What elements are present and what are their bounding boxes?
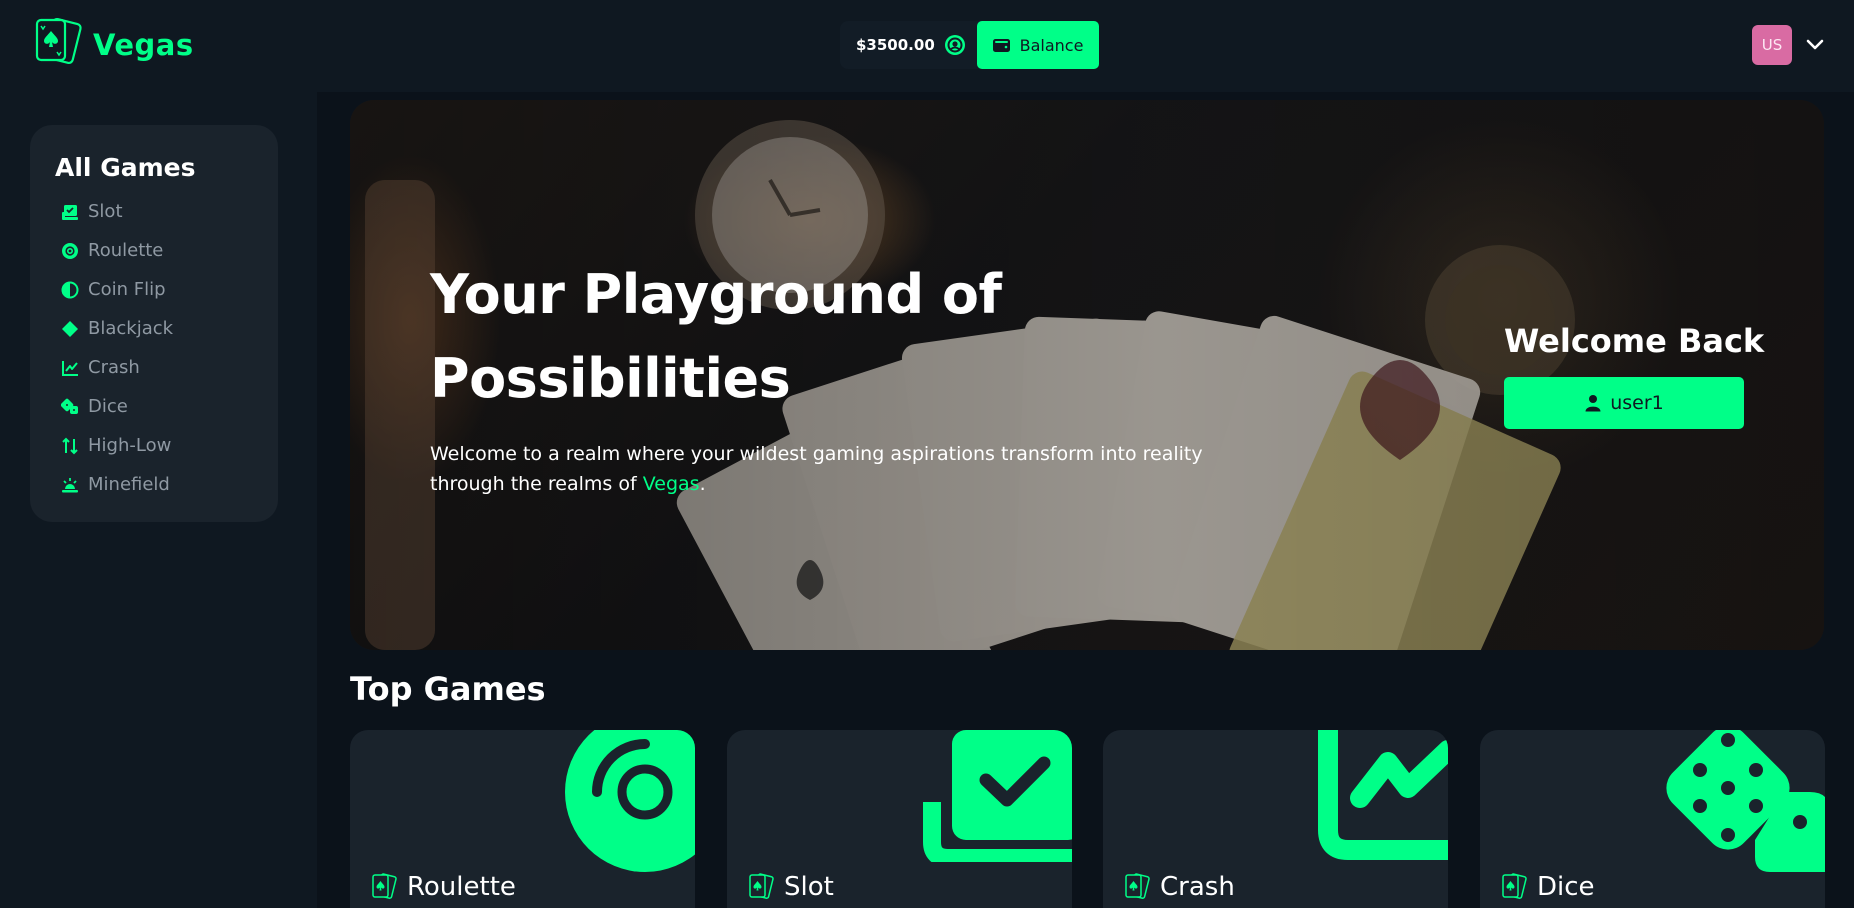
chart-line-icon [1318, 730, 1448, 860]
brand-name: Vegas [93, 27, 194, 62]
sidebar-item-label: Minefield [88, 474, 170, 495]
card-title: Roulette [407, 872, 516, 902]
username: user1 [1610, 392, 1664, 414]
card-label: Crash [1123, 872, 1235, 902]
sidebar-item-label: High-Low [88, 435, 172, 456]
mine-icon [62, 477, 78, 492]
card-title: Slot [784, 872, 834, 902]
hero-description: Welcome to a realm where your wildest ga… [430, 439, 1250, 499]
sidebar-title: All Games [55, 153, 196, 182]
sidebar-item-high-low[interactable]: High-Low [56, 426, 278, 465]
diamond-icon [62, 320, 78, 337]
user-button[interactable]: user1 [1504, 377, 1744, 429]
cards-logo-icon [35, 17, 82, 65]
cards-icon [372, 873, 397, 899]
card-label: Roulette [370, 872, 516, 902]
sidebar: All Games Slot Roulette Coin Flip Blackj… [30, 125, 278, 522]
sidebar-item-crash[interactable]: Crash [56, 348, 278, 387]
hero-title: Your Playground of Possibilities [430, 263, 1002, 410]
top-games-title: Top Games [350, 670, 546, 708]
game-card-dice[interactable]: Dice [1480, 730, 1825, 908]
balance-button-label: Balance [1019, 35, 1084, 55]
game-card-roulette[interactable]: Roulette [350, 730, 695, 908]
slot-icon [62, 204, 78, 220]
welcome-title: Welcome Back [1504, 322, 1765, 360]
sidebar-item-label: Slot [88, 201, 123, 222]
sidebar-menu: Slot Roulette Coin Flip Blackjack Crash … [56, 192, 278, 504]
sidebar-item-roulette[interactable]: Roulette [56, 231, 278, 270]
chart-line-icon [62, 360, 78, 376]
card-label: Dice [1500, 872, 1595, 902]
sidebar-item-blackjack[interactable]: Blackjack [56, 309, 278, 348]
sidebar-item-dice[interactable]: Dice [56, 387, 278, 426]
sidebar-item-label: Coin Flip [88, 279, 166, 300]
top-bar: Vegas $3500.00 Balance US [0, 0, 1854, 92]
user-icon [1585, 395, 1601, 412]
cards-icon [1502, 873, 1527, 899]
balance-button[interactable]: Balance [977, 21, 1099, 69]
card-title: Dice [1537, 872, 1595, 902]
sidebar-item-label: Roulette [88, 240, 164, 261]
sidebar-item-label: Crash [88, 357, 140, 378]
sidebar-item-label: Dice [88, 396, 128, 417]
cards-icon [1125, 873, 1150, 899]
roulette-icon [62, 242, 78, 259]
game-card-slot[interactable]: Slot [727, 730, 1072, 908]
sidebar-item-coin-flip[interactable]: Coin Flip [56, 270, 278, 309]
chevron-down-icon[interactable] [1804, 33, 1826, 55]
game-card-crash[interactable]: Crash [1103, 730, 1448, 908]
hero-description-end: . [699, 473, 706, 495]
card-title: Crash [1160, 872, 1235, 902]
slot-icon [923, 730, 1072, 862]
logo[interactable]: Vegas [33, 17, 194, 72]
card-label: Slot [747, 872, 834, 902]
cards-icon [749, 873, 774, 899]
wallet-icon [992, 38, 1010, 52]
sidebar-item-slot[interactable]: Slot [56, 192, 278, 231]
roulette-icon [565, 730, 695, 872]
hero-brand-link: Vegas [642, 473, 700, 495]
coin-flip-icon [61, 281, 79, 298]
sidebar-item-minefield[interactable]: Minefield [56, 465, 278, 504]
avatar-initials: US [1761, 36, 1783, 54]
hero-banner: Your Playground of Possibilities Welcome… [350, 100, 1824, 650]
sidebar-item-label: Blackjack [88, 318, 174, 339]
balance-amount: $3500.00 [856, 36, 935, 54]
dice-icon [61, 398, 78, 414]
arrows-up-down-icon [62, 437, 78, 454]
dice-icon [1666, 730, 1825, 872]
avatar[interactable]: US [1752, 25, 1792, 65]
hero-description-text: Welcome to a realm where your wildest ga… [430, 443, 1203, 495]
coin-icon [944, 35, 965, 55]
